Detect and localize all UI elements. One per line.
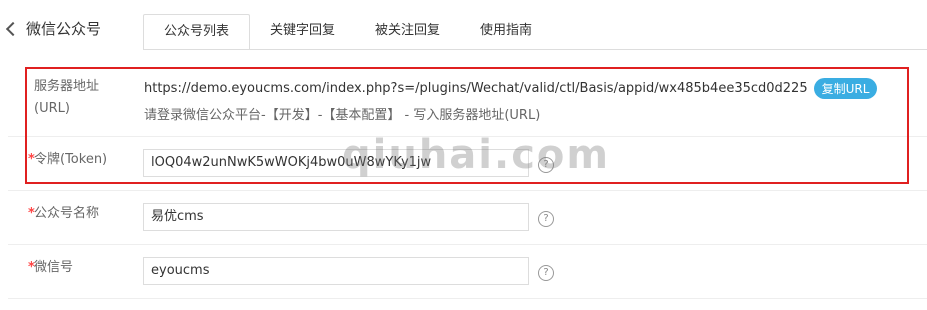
back-label: 微信公众号 [26, 20, 102, 38]
tab-keyword-reply[interactable]: 关键字回复 [250, 14, 355, 48]
tab-account-list[interactable]: 公众号列表 [143, 14, 251, 50]
top-bar: 微信公众号 公众号列表 关键字回复 被关注回复 使用指南 [0, 0, 927, 50]
wechat-id-input[interactable]: eyoucms [143, 257, 529, 285]
wechat-id-row: * 微信号 eyoucms ? [8, 244, 927, 299]
tab-follow-reply[interactable]: 被关注回复 [355, 14, 460, 48]
help-icon[interactable]: ? [538, 211, 554, 227]
account-name-input[interactable]: 易优cms [143, 203, 529, 231]
tab-divider [143, 49, 927, 50]
tab-guide[interactable]: 使用指南 [460, 14, 552, 48]
wechat-id-label: 微信号 [34, 260, 74, 275]
chevron-left-icon [5, 21, 21, 37]
watermark: qiuhai.com [342, 132, 611, 178]
account-name-row: * 公众号名称 易优cms ? [8, 190, 927, 245]
tab-bar: 公众号列表 关键字回复 被关注回复 使用指南 [143, 14, 552, 50]
account-name-label: 公众号名称 [34, 206, 100, 221]
back-button[interactable]: 微信公众号 [5, 18, 102, 39]
help-icon[interactable]: ? [538, 265, 554, 281]
